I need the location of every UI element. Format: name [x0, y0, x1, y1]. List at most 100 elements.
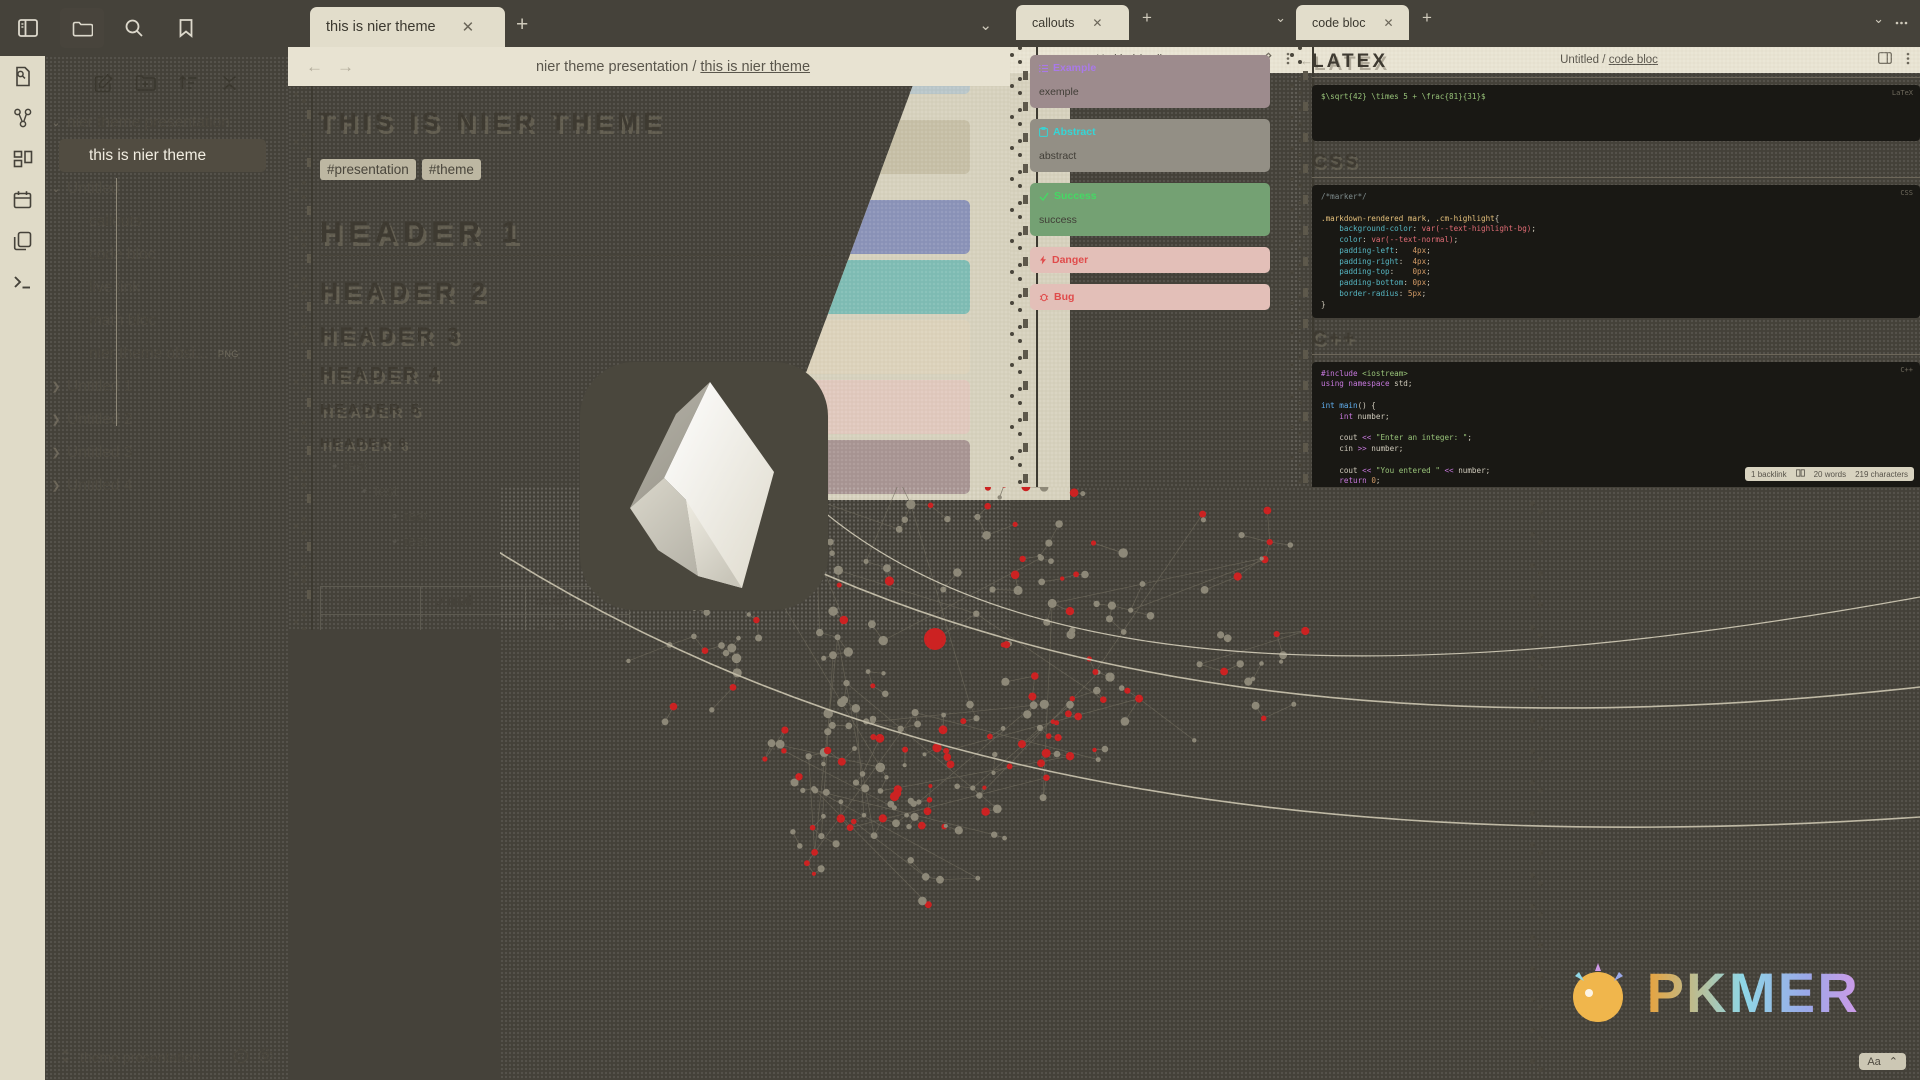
chevron-down-icon[interactable]: ⌄: [1873, 10, 1884, 28]
gutter-dot: [1530, 997, 1535, 1002]
graph-view-icon[interactable]: [0, 97, 45, 138]
canvas-icon[interactable]: [0, 138, 45, 179]
gutter-dot: [1538, 912, 1543, 917]
search-icon[interactable]: [112, 8, 156, 48]
code-body[interactable]: LATEX LaTeX $\sqrt{42} \times 5 + \frac{…: [1290, 47, 1920, 487]
gutter-dot: [1010, 332, 1014, 336]
callout-title: Danger: [1052, 254, 1089, 266]
gutter-dot: [1010, 301, 1014, 305]
close-icon[interactable]: ✕: [462, 18, 475, 36]
gutter-dot: [1018, 370, 1022, 374]
tree-item-untitled[interactable]: ⌄ Untitled: [45, 172, 288, 205]
chevron-right-icon[interactable]: ❯: [45, 380, 67, 393]
gutter-dot: [302, 291, 306, 295]
chevron-right-icon[interactable]: ❯: [45, 413, 67, 426]
close-icon[interactable]: ✕: [1092, 16, 1102, 30]
tree-item-live-link[interactable]: live link: [45, 271, 288, 304]
calendar-icon[interactable]: [0, 179, 45, 220]
gutter-dot: [1018, 449, 1022, 453]
tab-code-bloc[interactable]: code bloc ✕: [1296, 5, 1409, 40]
status-badge[interactable]: Aa ⌃: [1859, 1053, 1906, 1070]
tree-item-math-bloc[interactable]: math bloc: [45, 304, 288, 337]
tree-item-this-is-nier-theme[interactable]: this is nier theme: [59, 139, 266, 172]
gutter-dot: [302, 181, 306, 185]
zoom-label: Aa: [1867, 1055, 1881, 1068]
tree-item-untitled-4[interactable]: ❯ Untitled 4: [45, 469, 288, 502]
close-icon[interactable]: ✕: [1384, 16, 1394, 30]
more-horizontal-icon[interactable]: [1895, 12, 1908, 30]
callout-bug[interactable]: Bug: [1030, 284, 1270, 310]
gutter-dot: [1290, 456, 1294, 460]
tree-item-nier-theme-presentation[interactable]: ⌄ nier theme presentation: [45, 106, 288, 139]
tag-theme[interactable]: #theme: [421, 159, 481, 180]
tree-item-callouts[interactable]: callouts: [45, 205, 288, 238]
gutter-dot: [1530, 811, 1535, 816]
callout-danger[interactable]: Danger: [1030, 247, 1270, 273]
tab-callouts[interactable]: callouts ✕: [1016, 5, 1129, 40]
gutter-dot: [1018, 232, 1022, 236]
chevron-right-icon[interactable]: ❯: [45, 446, 67, 459]
gutter-tick: [1303, 257, 1308, 266]
gutter-dot: [1298, 108, 1302, 112]
bookmark-icon[interactable]: [164, 8, 208, 48]
gutter-tick: [1303, 226, 1308, 235]
nav-back-button[interactable]: ←: [306, 57, 323, 77]
collapse-all-button[interactable]: [217, 70, 243, 96]
tree-item-label: this is nier theme: [89, 146, 207, 164]
sidebar-toggle-button[interactable]: [0, 0, 56, 56]
code-lang-label: C++: [1900, 365, 1913, 374]
terminal-icon[interactable]: [0, 261, 45, 302]
open-quick-switcher-icon[interactable]: [0, 56, 45, 97]
nav-forward-button[interactable]: →: [337, 57, 354, 77]
code-heading-cpp: C++: [1312, 327, 1358, 349]
folder-icon[interactable]: [60, 8, 104, 48]
help-icon[interactable]: ?: [233, 1048, 249, 1067]
gutter-dot: [302, 565, 306, 569]
callout-list: Example exemple Abstract abstract Success suc…: [1030, 55, 1270, 321]
callout-title: Success: [1054, 190, 1097, 202]
tree-item-untitled-2[interactable]: ❯ Untitled 2: [45, 403, 288, 436]
gutter-dot: [1018, 246, 1022, 250]
chevron-down-icon[interactable]: ⌄: [45, 182, 67, 195]
new-note-button[interactable]: [91, 70, 117, 96]
gear-icon[interactable]: [257, 1047, 274, 1067]
tree-item-nier-theme-obsi[interactable]: nier theme obsi... PNG: [45, 337, 288, 370]
breadcrumb-current[interactable]: this is nier theme: [700, 59, 810, 75]
pane-code-bloc: code bloc ✕ + ⌄ ← → Untitled / code bloc: [1290, 0, 1920, 487]
code-block-latex[interactable]: LaTeX $\sqrt{42} \times 5 + \frac{81}{31…: [1312, 85, 1920, 141]
tree-item-untitled-3[interactable]: ❯ Untitled 3: [45, 436, 288, 469]
vault-switcher-icon[interactable]: [59, 1048, 72, 1067]
chevron-down-icon[interactable]: ⌄: [979, 16, 992, 34]
callout-success[interactable]: Success success: [1030, 183, 1270, 236]
tree-item-untitled-1[interactable]: ❯ Untitled 1: [45, 370, 288, 403]
gutter-dot: [302, 243, 306, 247]
code-block-css[interactable]: CSS /*marker*/ .markdown-rendered mark, …: [1312, 185, 1920, 318]
gutter-dot: [1538, 1036, 1543, 1041]
tag-list: #presentation #theme: [320, 159, 1010, 180]
callout-example[interactable]: Example exemple: [1030, 55, 1270, 108]
gutter-dot: [1538, 571, 1543, 576]
chevron-right-icon[interactable]: ❯: [45, 479, 67, 492]
tree-item-code-bloc[interactable]: code bloc: [45, 238, 288, 271]
cell-live-link[interactable]: live link: [320, 613, 421, 630]
breadcrumb-parent[interactable]: nier theme presentation: [536, 59, 688, 75]
gutter-dot: [1530, 687, 1535, 692]
new-folder-button[interactable]: [133, 70, 159, 96]
new-tab-button[interactable]: +: [516, 14, 528, 35]
tag-presentation[interactable]: #presentation: [320, 159, 416, 180]
chevron-down-icon[interactable]: ⌄: [1275, 10, 1286, 26]
gutter-dot: [1018, 277, 1022, 281]
vault-name[interactable]: theme presentation: [80, 1049, 200, 1065]
callout-abstract[interactable]: Abstract abstract: [1030, 119, 1270, 172]
chevron-down-icon[interactable]: ⌄: [45, 116, 67, 129]
copy-icon[interactable]: [0, 220, 45, 261]
tab-this-is-nier-theme[interactable]: this is nier theme ✕: [310, 7, 505, 47]
new-tab-button[interactable]: +: [1142, 9, 1152, 26]
list-item-label: test: [374, 483, 398, 500]
gutter-dot: [1010, 53, 1014, 57]
chevron-up-icon[interactable]: ⌃: [1889, 1055, 1898, 1068]
sort-button[interactable]: [175, 70, 201, 96]
backlink-count[interactable]: 1 backlink: [1751, 470, 1787, 479]
new-tab-button[interactable]: +: [1422, 9, 1432, 26]
callouts-body[interactable]: Example exemple Abstract abstract Success suc…: [1010, 47, 1300, 487]
